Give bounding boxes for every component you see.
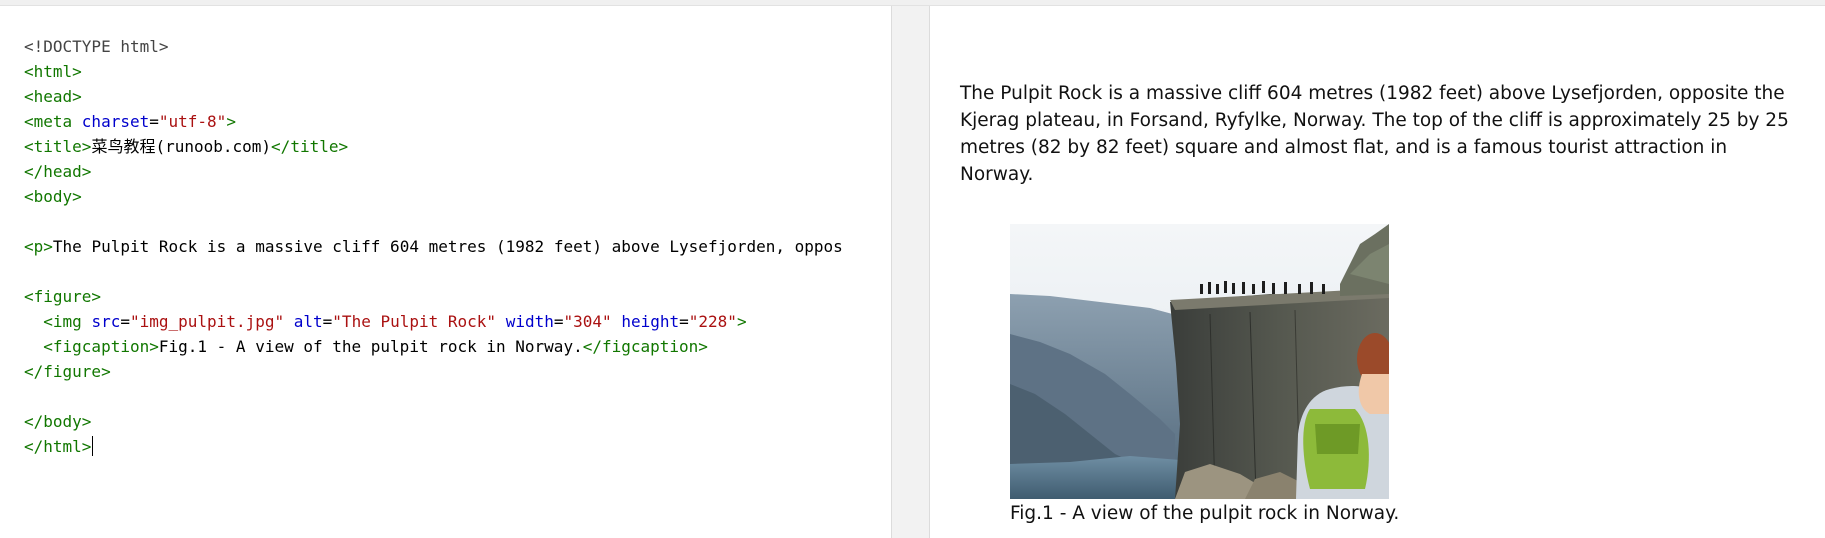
code-line[interactable]: </body> [24,409,843,434]
code-token-tag: <title> [24,137,92,156]
code-line[interactable]: </head> [24,159,843,184]
result-figure: Fig.1 - A view of the pulpit rock in Nor… [1010,224,1400,524]
code-token-str: "228" [688,312,737,331]
code-token-tag: > [226,112,236,131]
code-line[interactable]: <!DOCTYPE html> [24,34,843,59]
code-token-str: "304" [563,312,612,331]
code-line[interactable]: <p>The Pulpit Rock is a massive cliff 60… [24,234,843,259]
code-line[interactable]: <img src="img_pulpit.jpg" alt="The Pulpi… [24,309,843,334]
code-token-tag: </figure> [24,362,111,381]
code-token-tag: <p> [24,237,53,256]
code-token-text: = [322,312,333,331]
code-token-tag: <meta [24,112,82,131]
tryit-editor-window: <!DOCTYPE html> <html> <head> <meta charset… [0,0,1825,538]
code-line[interactable]: <meta charset="utf-8"> [24,109,843,134]
code-line[interactable]: <body> [24,184,843,209]
code-token-tag: </html> [24,437,92,456]
code-line[interactable]: <title>菜鸟教程(runoob.com)</title> [24,134,843,159]
code-token-text: = [553,312,564,331]
code-line[interactable]: <head> [24,84,843,109]
code-line[interactable]: <figure> [24,284,843,309]
result-pane: The Pulpit Rock is a massive cliff 604 m… [929,6,1825,538]
code-line[interactable]: </html> [24,434,843,459]
code-line[interactable]: <figcaption>Fig.1 - A view of the pulpit… [24,334,843,359]
code-token-text: = [120,312,130,331]
code-line[interactable] [24,384,843,409]
code-line[interactable]: </figure> [24,359,843,384]
code-editor[interactable]: <!DOCTYPE html> <html> <head> <meta charset… [24,34,843,459]
code-token-attr: charset [81,112,150,131]
code-token-text: Fig.1 - A view of the pulpit rock in Nor… [158,337,583,356]
code-token-tag: <figcaption> [43,337,159,356]
code-token-text: = [679,312,689,331]
code-token-tag: <body> [24,187,82,206]
pulpit-rock-image [1010,224,1389,499]
code-line[interactable]: <html> [24,59,843,84]
code-token-tag: > [736,312,747,331]
code-token-str: "The Pulpit Rock" [332,312,497,331]
code-token-str: "img_pulpit.jpg" [129,312,285,331]
code-token-attr: height [621,312,680,331]
code-token-tag: </head> [24,162,92,181]
code-token-attr: width [505,312,554,331]
code-editor-pane[interactable]: <!DOCTYPE html> <html> <head> <meta charset… [0,6,892,538]
code-token-tag: </figcaption> [582,337,708,356]
code-token-text: The Pulpit Rock is a massive cliff 604 m… [52,237,843,256]
code-token-attr: src [91,312,121,331]
code-token-tag: <figure> [24,287,102,306]
code-token-tag: <img [43,312,92,331]
code-token-text: 菜鸟教程(runoob.com) [91,137,272,156]
figure-caption: Fig.1 - A view of the pulpit rock in Nor… [1010,503,1400,524]
code-token-text: = [149,112,159,131]
code-token-attr: alt [293,312,323,331]
code-token-doctype: <!DOCTYPE html> [24,37,169,56]
code-token-tag: <head> [24,87,82,106]
result-paragraph: The Pulpit Rock is a massive cliff 604 m… [960,83,1789,185]
code-token-tag: </body> [24,412,92,431]
code-token-tag: <html> [24,62,82,81]
text-cursor [92,436,94,456]
code-token-tag: </title> [271,137,349,156]
code-line[interactable] [24,259,843,284]
code-line[interactable] [24,209,843,234]
code-token-str: "utf-8" [158,112,227,131]
